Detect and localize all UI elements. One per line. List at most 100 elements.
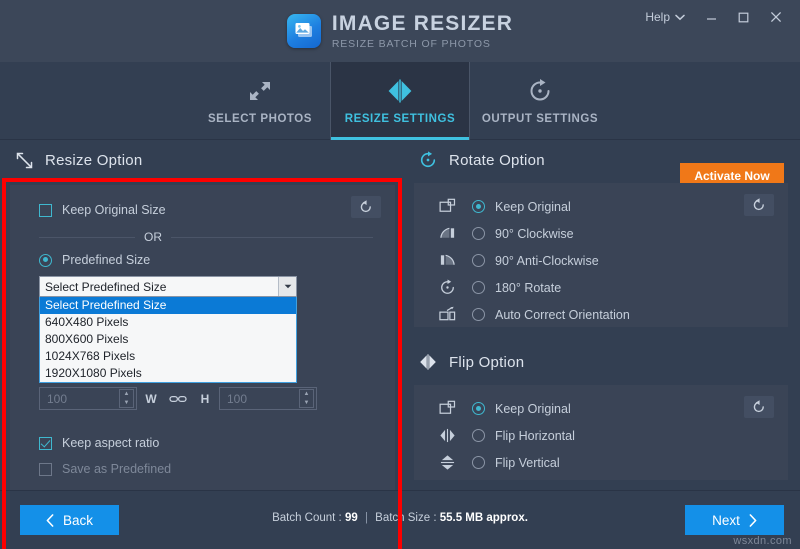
- chevron-down-icon[interactable]: [278, 277, 296, 296]
- predefined-size-combobox[interactable]: Select Predefined Size: [39, 276, 297, 297]
- flip-horizontal-icon: [388, 79, 412, 102]
- auto-correct-orientation-row[interactable]: Auto Correct Orientation: [414, 301, 788, 328]
- predefined-size-radio[interactable]: [39, 253, 52, 267]
- resize-reset-button[interactable]: [351, 196, 381, 218]
- rotate-option-label: 180° Rotate: [495, 280, 562, 295]
- app-logo-icon: [286, 14, 321, 48]
- reset-arrow-icon: [753, 400, 764, 413]
- rotate-keep-original-radio[interactable]: [472, 200, 485, 213]
- width-stepper[interactable]: 100 ▲ ▼: [39, 387, 137, 410]
- list-item[interactable]: 800X600 Pixels: [40, 331, 296, 348]
- resize-option-title: Resize Option: [45, 151, 143, 169]
- help-label: Help: [645, 10, 670, 24]
- next-button-label: Next: [712, 512, 740, 528]
- keep-original-size-row[interactable]: Keep Original Size: [10, 185, 395, 217]
- rotate-option-label: 90° Anti-Clockwise: [495, 253, 599, 268]
- width-increment-button[interactable]: ▲: [120, 390, 133, 399]
- tab-output-settings[interactable]: OUTPUT SETTINGS: [470, 62, 610, 140]
- rotate-90-ccw-radio[interactable]: [472, 254, 485, 267]
- maximize-button[interactable]: [729, 4, 758, 30]
- rotate-keep-original-row[interactable]: Keep Original: [414, 193, 788, 220]
- tab-label: SELECT PHOTOS: [207, 112, 313, 125]
- tab-label: RESIZE SETTINGS: [344, 112, 456, 125]
- flip-horizontal-radio[interactable]: [472, 429, 485, 442]
- flip-option-label: Keep Original: [495, 401, 571, 416]
- height-input-value[interactable]: 100: [220, 392, 247, 406]
- flip-keep-original-row[interactable]: Keep Original: [414, 395, 788, 422]
- chevron-down-icon: [675, 14, 685, 20]
- height-increment-button[interactable]: ▲: [300, 390, 313, 399]
- rotate-reset-button[interactable]: [744, 194, 774, 216]
- list-item[interactable]: 1024X768 Pixels: [40, 348, 296, 365]
- image-resizer-window: IMAGE RESIZER RESIZE BATCH OF PHOTOS Hel…: [0, 0, 800, 549]
- flip-vertical-row[interactable]: Flip Vertical: [414, 449, 788, 476]
- rotate-90-ccw-row[interactable]: 90° Anti-Clockwise: [414, 247, 788, 274]
- save-as-predefined-label: Save as Predefined: [62, 462, 172, 476]
- keep-aspect-ratio-row[interactable]: Keep aspect ratio: [10, 410, 395, 450]
- keep-original-size-checkbox[interactable]: [39, 203, 52, 217]
- app-title-block: IMAGE RESIZER RESIZE BATCH OF PHOTOS: [332, 13, 513, 50]
- flip-option-label: Flip Horizontal: [495, 428, 575, 443]
- height-decrement-button[interactable]: ▼: [300, 399, 313, 408]
- app-title: IMAGE RESIZER: [331, 11, 514, 35]
- predefined-size-row[interactable]: Predefined Size: [10, 253, 395, 267]
- chain-link-icon[interactable]: [165, 394, 191, 404]
- flip-keep-original-radio[interactable]: [472, 402, 485, 415]
- tab-resize-settings[interactable]: RESIZE SETTINGS: [330, 62, 470, 140]
- reset-arrow-icon: [753, 198, 764, 211]
- rotate-option-label: Auto Correct Orientation: [495, 307, 630, 322]
- width-decrement-button[interactable]: ▼: [120, 399, 133, 408]
- settings-content: Resize Option Keep Original Size OR Pred…: [0, 141, 800, 549]
- flip-horizontal-small-icon: [432, 428, 462, 443]
- flip-reset-button[interactable]: [744, 396, 774, 418]
- app-branding: IMAGE RESIZER RESIZE BATCH OF PHOTOS: [286, 13, 513, 50]
- minimize-button[interactable]: [697, 4, 726, 30]
- flip-vertical-small-icon: [432, 454, 462, 471]
- next-button[interactable]: Next: [685, 505, 784, 535]
- rotate-90-cw-row[interactable]: 90° Clockwise: [414, 220, 788, 247]
- flip-vertical-radio[interactable]: [472, 456, 485, 469]
- rotate-flip-column: Rotate Option Keep Original 90° Clockwis…: [404, 141, 800, 490]
- flip-horizontal-row[interactable]: Flip Horizontal: [414, 422, 788, 449]
- rotate-option-panel: Keep Original 90° Clockwise 90° Anti-Clo…: [414, 183, 788, 327]
- predefined-size-option-list[interactable]: Select Predefined Size 640X480 Pixels 80…: [39, 297, 297, 383]
- predefined-size-label: Predefined Size: [62, 253, 151, 267]
- keep-original-size-label: Keep Original Size: [62, 203, 166, 217]
- tab-select-photos[interactable]: SELECT PHOTOS: [190, 62, 330, 140]
- rotate-clockwise-icon: [418, 151, 438, 169]
- batch-status-separator: |: [364, 512, 368, 524]
- keep-original-icon: [432, 400, 462, 417]
- flip-option-panel: Keep Original Flip Horizontal Flip Verti…: [414, 385, 788, 480]
- close-button[interactable]: [761, 4, 790, 30]
- rotate-180-row[interactable]: 180° Rotate: [414, 274, 788, 301]
- resize-option-header: Resize Option: [0, 141, 404, 179]
- or-divider-line-right: [171, 236, 373, 238]
- resize-arrows-icon: [250, 81, 270, 100]
- height-stepper[interactable]: 100 ▲ ▼: [219, 387, 317, 410]
- rotate-90-cw-icon: [432, 225, 462, 242]
- title-bar: IMAGE RESIZER RESIZE BATCH OF PHOTOS Hel…: [0, 0, 800, 62]
- height-stepper-arrows[interactable]: ▲ ▼: [299, 389, 314, 408]
- list-item[interactable]: 1920X1080 Pixels: [40, 365, 296, 382]
- app-subtitle: RESIZE BATCH OF PHOTOS: [331, 37, 491, 50]
- window-controls: Help: [636, 0, 790, 34]
- width-input-value[interactable]: 100: [40, 392, 67, 406]
- rotate-clockwise-icon: [530, 78, 550, 100]
- save-as-predefined-checkbox[interactable]: [39, 462, 52, 476]
- help-menu-button[interactable]: Help: [636, 5, 694, 29]
- auto-correct-orientation-radio[interactable]: [472, 308, 485, 321]
- save-as-predefined-row[interactable]: Save as Predefined: [10, 450, 395, 476]
- rotate-180-radio[interactable]: [472, 281, 485, 294]
- site-watermark: wsxdn.com: [733, 535, 792, 547]
- width-stepper-arrows[interactable]: ▲ ▼: [119, 389, 134, 408]
- batch-size-label: Batch Size :: [375, 512, 437, 524]
- auto-orient-icon: [432, 306, 462, 323]
- or-divider-line-left: [39, 236, 135, 238]
- rotate-90-cw-radio[interactable]: [472, 227, 485, 240]
- keep-aspect-ratio-checkbox[interactable]: [39, 436, 52, 450]
- flip-option-header: Flip Option: [404, 343, 800, 381]
- batch-count-value: 99: [344, 512, 358, 524]
- list-item[interactable]: Select Predefined Size: [40, 297, 296, 314]
- list-item[interactable]: 640X480 Pixels: [40, 314, 296, 331]
- rotate-option-label: Keep Original: [495, 199, 571, 214]
